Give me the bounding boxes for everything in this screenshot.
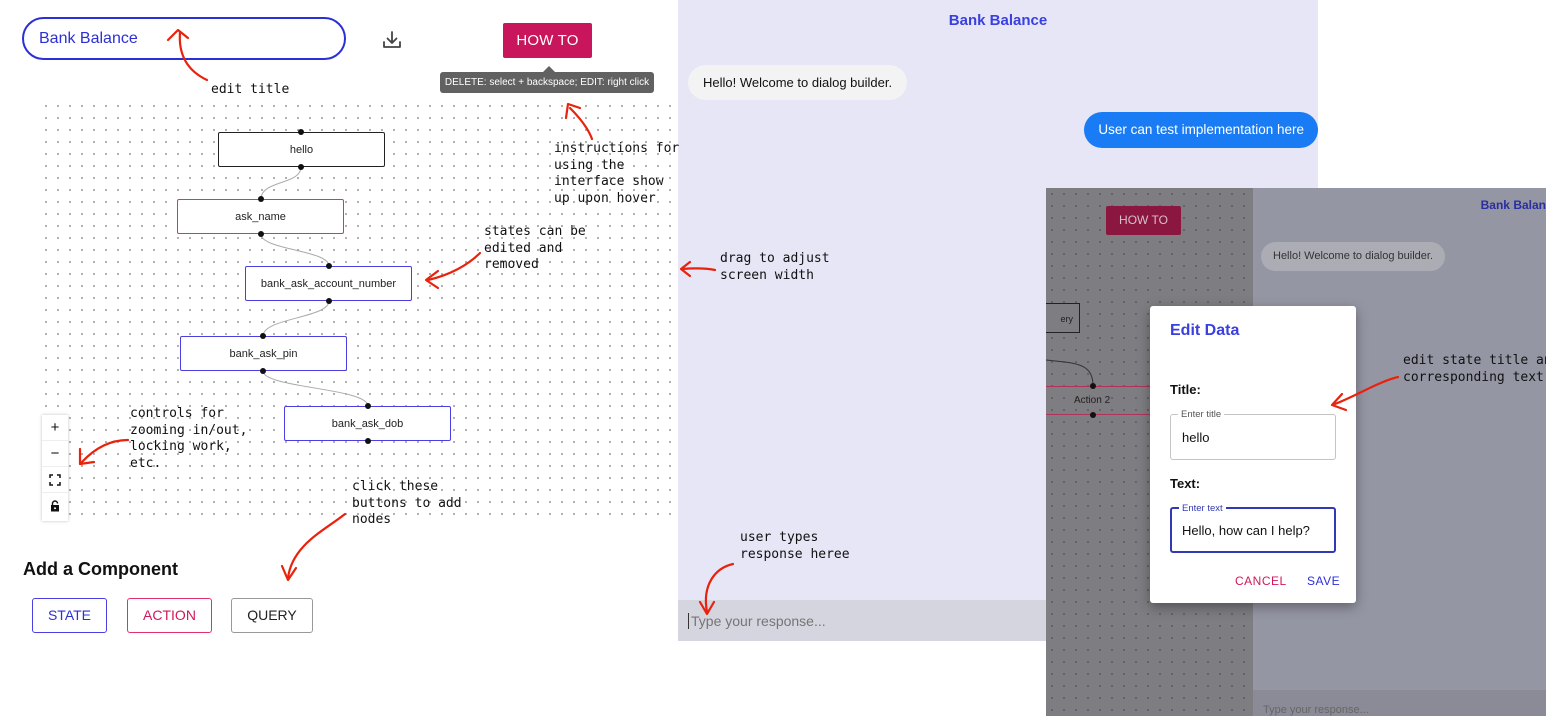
node-label: bank_ask_account_number — [260, 278, 397, 290]
annotation-states-edit: states can be edited and removed — [484, 224, 586, 272]
title-field-legend: Enter title — [1178, 409, 1225, 420]
node-handle[interactable] — [365, 403, 371, 409]
download-icon[interactable] — [380, 28, 404, 52]
add-state-button[interactable]: STATE — [32, 598, 107, 633]
node-handle[interactable] — [326, 298, 332, 304]
text-field-label: Text: — [1170, 476, 1201, 491]
add-component-heading: Add a Component — [23, 559, 178, 579]
overlay-chat-title: Bank Balan — [1480, 198, 1546, 212]
node-handle[interactable] — [258, 196, 264, 202]
node-handle[interactable] — [326, 263, 332, 269]
zoom-in-button[interactable]: + — [42, 415, 68, 441]
instructions-tooltip: DELETE: select + backspace; EDIT: right … — [440, 72, 654, 93]
flow-node-hello[interactable]: hello — [218, 132, 385, 167]
annotation-add-nodes: click these buttons to add nodes — [352, 479, 462, 527]
zoom-out-button[interactable]: − — [42, 441, 68, 467]
add-query-button[interactable]: QUERY — [231, 598, 313, 633]
cancel-button[interactable]: CANCEL — [1235, 574, 1287, 588]
node-handle[interactable] — [258, 231, 264, 237]
dialog-title: Edit Data — [1170, 322, 1240, 339]
node-handle[interactable] — [298, 129, 304, 135]
how-to-button[interactable]: HOW TO — [503, 23, 592, 58]
fit-view-icon — [49, 473, 61, 486]
lock-button[interactable] — [42, 493, 68, 519]
canvas-controls: + − — [42, 415, 68, 521]
node-handle[interactable] — [260, 333, 266, 339]
node-label: hello — [289, 144, 314, 156]
overlay-chat-input[interactable]: Type your response... — [1253, 690, 1546, 716]
flow-node-ask-name[interactable]: ask_name — [177, 199, 344, 234]
add-action-button[interactable]: ACTION — [127, 598, 212, 633]
flow-node-bank-ask-dob[interactable]: bank_ask_dob — [284, 406, 451, 441]
title-input[interactable]: Bank Balance — [22, 17, 346, 60]
bot-message-bubble: Hello! Welcome to dialog builder. — [688, 65, 908, 100]
annotation-controls: controls for zooming in/out, locking wor… — [130, 406, 248, 471]
annotation-user-types: user types response heree — [740, 530, 850, 562]
user-message-bubble: User can test implementation here — [1084, 112, 1318, 148]
flow-node-bank-ask-pin[interactable]: bank_ask_pin — [180, 336, 347, 371]
text-field-legend: Enter text — [1179, 503, 1226, 514]
node-handle[interactable] — [260, 368, 266, 374]
save-button[interactable]: SAVE — [1307, 574, 1340, 588]
overlay-bot-bubble: Hello! Welcome to dialog builder. — [1261, 242, 1445, 271]
title-field-label: Title: — [1170, 382, 1201, 397]
annotation-edit-state: edit state title and corresponding text — [1403, 353, 1546, 385]
fit-view-button[interactable] — [42, 467, 68, 493]
annotation-edit-title: edit title — [211, 82, 290, 97]
title-field-value: hello — [1182, 430, 1210, 445]
node-handle[interactable] — [365, 438, 371, 444]
lock-icon — [51, 500, 59, 512]
chat-response-input[interactable] — [688, 613, 1051, 629]
node-label: ask_name — [235, 211, 286, 223]
node-label: bank_ask_pin — [229, 348, 298, 360]
annotation-instructions: instructions for using the interface sho… — [554, 141, 680, 206]
annotation-drag-width: drag to adjust screen width — [720, 251, 830, 283]
edit-data-dialog: Edit Data Title: Enter title hello Text:… — [1150, 306, 1356, 603]
title-field[interactable]: Enter title hello — [1170, 409, 1336, 460]
flow-node-bank-ask-account-number[interactable]: bank_ask_account_number — [245, 266, 412, 301]
node-handle[interactable] — [298, 164, 304, 170]
text-field-value: Hello, how can I help? — [1182, 523, 1310, 538]
node-label: bank_ask_dob — [331, 418, 404, 430]
chat-title: Bank Balance — [948, 12, 1048, 29]
dialog-builder-panel: Bank Balance HOW TO DELETE: select + bac… — [0, 0, 680, 641]
text-field[interactable]: Enter text Hello, how can I help? — [1170, 503, 1336, 553]
